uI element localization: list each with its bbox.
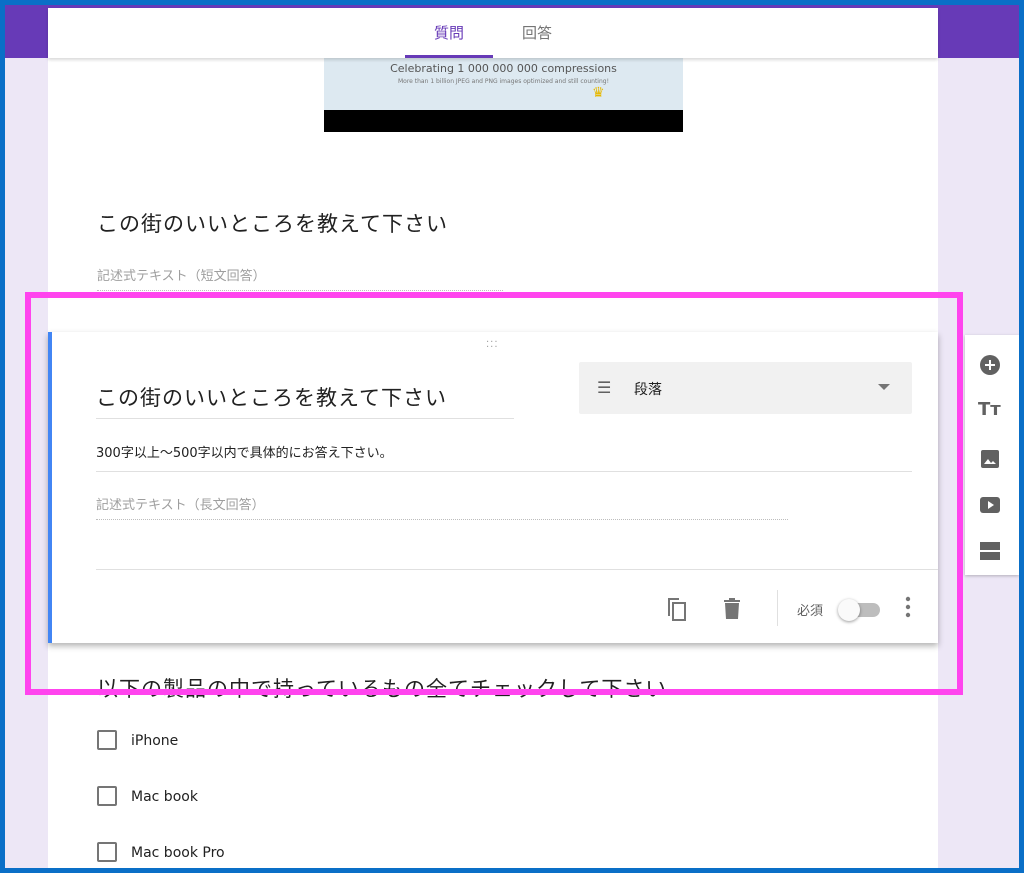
divider — [96, 569, 938, 570]
delete-icon[interactable] — [722, 597, 742, 621]
description-input[interactable]: 300字以上〜500字以内で具体的にお答え下さい。 — [96, 442, 912, 472]
tab-responses[interactable]: 回答 — [522, 22, 552, 43]
tab-bar: 質問 回答 — [48, 8, 938, 58]
banner-subtext: More than 1 billion JPEG and PNG images … — [398, 78, 609, 85]
side-toolbar: Tт — [965, 335, 1019, 575]
question-title: 以下の製品の中で持っているもの全てチェックして下さい — [97, 677, 668, 701]
tab-questions[interactable]: 質問 — [434, 22, 464, 43]
question-title: この街のいいところを教えて下さい — [97, 212, 448, 236]
checkbox-label: Mac book Pro — [131, 845, 225, 861]
banner-headline: Celebrating 1 000 000 000 compressions — [390, 62, 617, 75]
dropdown-arrow-icon — [878, 384, 890, 390]
add-video-icon[interactable] — [978, 493, 1002, 517]
checkbox-macbook-pro[interactable] — [97, 842, 117, 862]
checkbox-iphone[interactable] — [97, 730, 117, 750]
active-tab-indicator — [405, 55, 493, 58]
drag-handle-icon[interactable]: ··· ··· — [486, 338, 499, 353]
add-question-icon[interactable] — [978, 353, 1002, 377]
add-section-icon[interactable] — [978, 539, 1002, 563]
question-title-input[interactable]: この街のいいところを教えて下さい — [96, 382, 514, 419]
active-question-card[interactable]: ··· ··· この街のいいところを教えて下さい ☰ 段落 300字以上〜500字… — [48, 332, 938, 643]
long-answer-placeholder: 記述式テキスト（長文回答） — [96, 494, 788, 520]
paragraph-icon: ☰ — [597, 378, 612, 397]
duplicate-icon[interactable] — [665, 595, 689, 623]
question-type-dropdown[interactable]: ☰ 段落 — [579, 362, 912, 414]
banner-black-strip — [324, 110, 683, 132]
question-type-label: 段落 — [634, 382, 662, 398]
required-label: 必須 — [797, 604, 824, 619]
checkbox-macbook[interactable] — [97, 786, 117, 806]
add-image-icon[interactable] — [978, 447, 1002, 471]
short-answer-placeholder: 記述式テキスト（短文回答） — [97, 265, 503, 291]
checkbox-label: Mac book — [131, 789, 198, 805]
header-image: Celebrating 1 000 000 000 compressions M… — [324, 58, 683, 132]
add-title-icon[interactable]: Tт — [978, 399, 1001, 420]
more-options-icon[interactable] — [904, 596, 912, 618]
footer-divider — [777, 590, 778, 626]
checkbox-label: iPhone — [131, 733, 179, 749]
required-toggle-knob[interactable] — [838, 599, 860, 621]
panda-crown-icon: ♛ — [592, 85, 605, 101]
app-frame: 質問 回答 Celebrating 1 000 000 000 compress… — [5, 5, 1019, 868]
